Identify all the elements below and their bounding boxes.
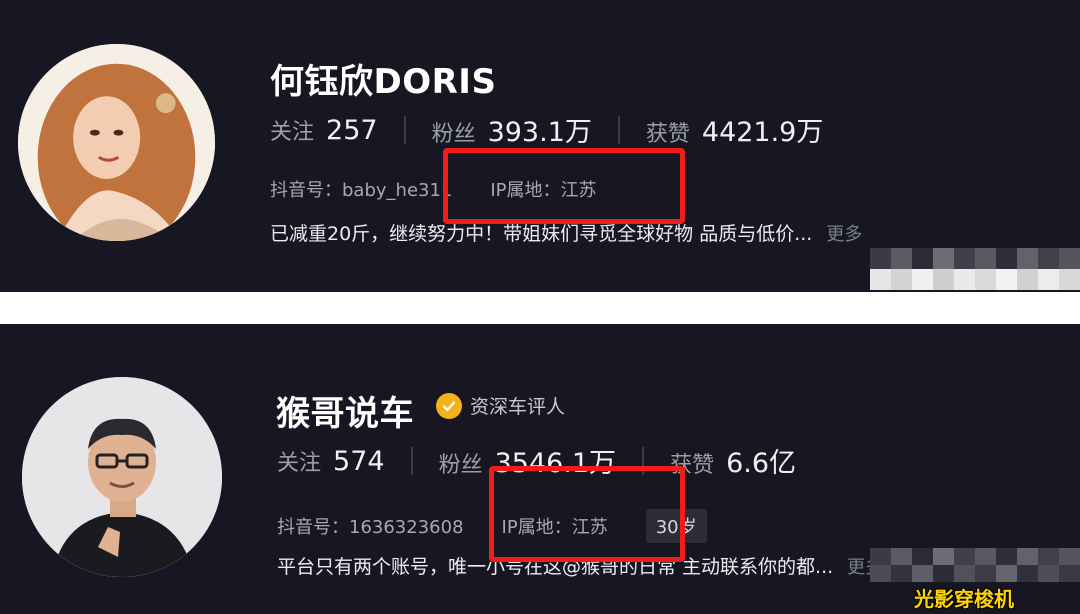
verified-check-icon [436, 392, 462, 419]
stat-value: 6.6亿 [726, 448, 797, 479]
stat-label: 关注 [277, 450, 322, 476]
profile-name: 何钰欣DORIS [270, 62, 497, 102]
mosaic-blur [870, 548, 1080, 582]
mosaic-blur [870, 248, 1080, 290]
divider [403, 115, 406, 144]
profile-name: 猴哥说车 [276, 394, 414, 434]
ip-highlight-box [489, 466, 685, 562]
avatar[interactable] [22, 377, 222, 577]
avatar-image [18, 44, 215, 241]
profile-stats: 关注 257 粉丝 393.1万 获赞 4421.9万 [270, 110, 823, 149]
more-link[interactable]: 更多 [826, 220, 862, 246]
stat-value: 574 [333, 445, 385, 477]
verified-label: 资深车评人 [470, 396, 566, 418]
stat-value: 4421.9万 [701, 117, 824, 148]
stat-label: 粉丝 [431, 122, 476, 147]
verified-badge: 资深车评人 [436, 392, 565, 419]
douyin-id: 抖音号：1636323608 [277, 517, 464, 538]
stat-label: 粉丝 [438, 453, 483, 478]
stat-value: 257 [326, 114, 378, 146]
watermark: 光影穿梭机 [914, 587, 1014, 611]
stat-following[interactable]: 关注 257 [270, 114, 378, 146]
profile-card-doris: 何钰欣DORIS 关注 257 粉丝 393.1万 获赞 4421.9万 抖音号… [0, 0, 1080, 292]
stat-likes[interactable]: 获赞 4421.9万 [646, 110, 824, 149]
avatar-image [22, 377, 222, 577]
stat-value: 393.1万 [487, 117, 592, 148]
stat-label: 获赞 [645, 122, 690, 147]
stat-likes[interactable]: 获赞 6.6亿 [670, 441, 796, 480]
stat-label: 关注 [270, 119, 315, 145]
avatar[interactable] [18, 44, 215, 241]
section-divider [0, 292, 1080, 324]
stat-following[interactable]: 关注 574 [277, 445, 385, 477]
divider [617, 115, 620, 144]
ip-highlight-box [443, 148, 685, 224]
stat-followers[interactable]: 粉丝 393.1万 [432, 110, 592, 149]
divider [410, 446, 413, 475]
douyin-id: 抖音号：baby_he311 [270, 180, 453, 201]
